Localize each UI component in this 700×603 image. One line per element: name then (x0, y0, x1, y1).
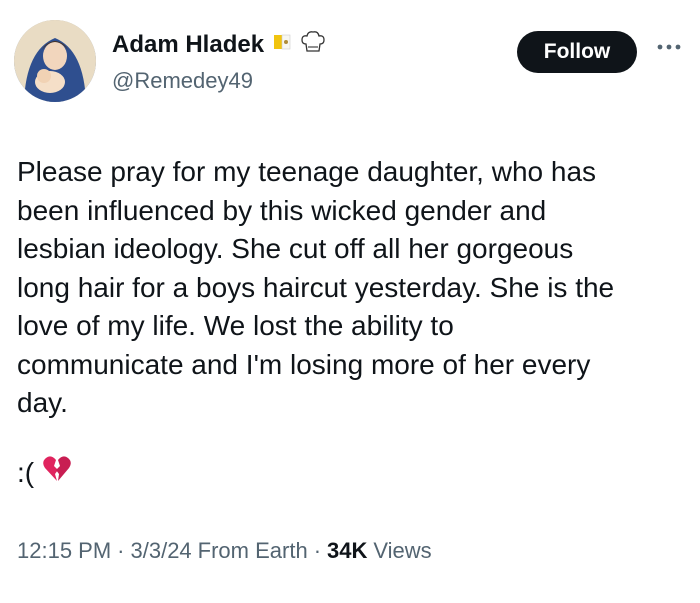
meta-separator: · (313, 538, 322, 563)
follow-button[interactable]: Follow (517, 31, 637, 73)
vatican-flag-icon (272, 32, 292, 57)
tweet-date[interactable]: 3/3/24 (131, 538, 192, 564)
tweet-location: From Earth (197, 538, 308, 563)
sad-emoticon: :( (17, 456, 35, 488)
tweet-meta: 12:15 PM · 3/3/24 From Earth · 34K Views (17, 538, 432, 564)
chef-hat-icon (300, 30, 326, 59)
views-label: Views (373, 538, 432, 563)
display-name[interactable]: Adam Hladek (112, 31, 264, 59)
madonna-avatar-image (14, 20, 96, 102)
tweet-time[interactable]: 12:15 PM (17, 538, 111, 564)
author-name-row: Adam Hladek (112, 30, 326, 59)
avatar[interactable] (14, 20, 96, 102)
tweet-emoticon-row: :( (17, 455, 72, 490)
tweet-text: Please pray for my teenage daughter, who… (17, 156, 615, 418)
views-count[interactable]: 34K (327, 538, 367, 564)
author-handle[interactable]: @Remedey49 (112, 68, 253, 94)
meta-separator: · (117, 538, 125, 563)
broken-heart-icon (42, 455, 72, 490)
more-horizontal-icon[interactable] (654, 40, 684, 52)
